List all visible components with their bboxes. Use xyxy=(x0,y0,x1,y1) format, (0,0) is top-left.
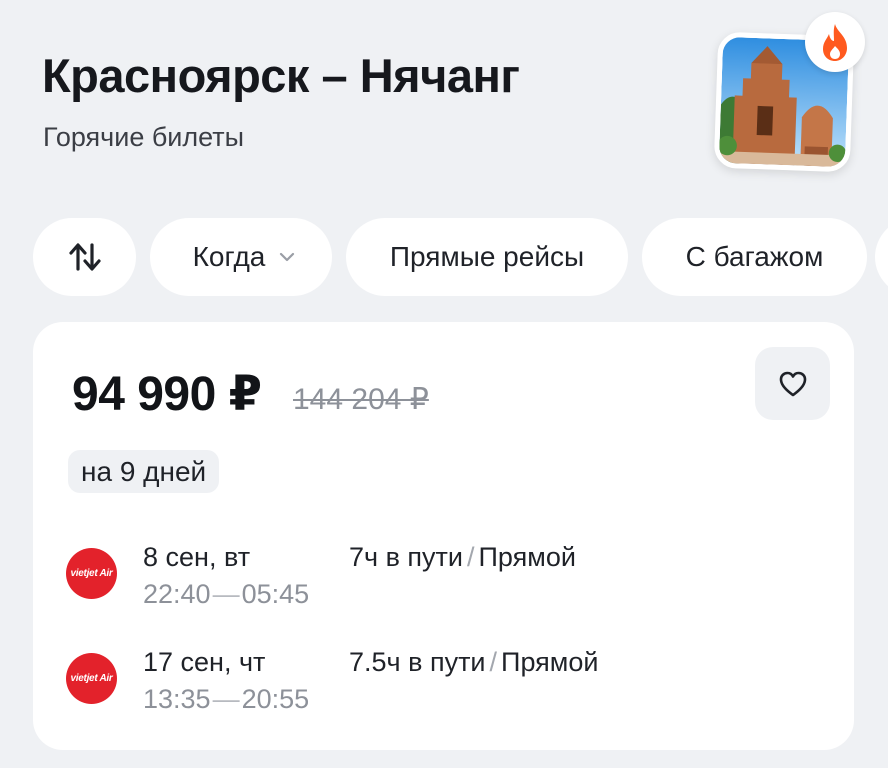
arrival-time: 20:55 xyxy=(241,684,310,714)
heart-icon xyxy=(779,371,806,396)
swap-vertical-icon xyxy=(68,243,101,271)
stops-label: Прямой xyxy=(501,647,599,677)
chevron-down-icon xyxy=(279,252,295,262)
flight-info: 7ч в пути / Прямой xyxy=(349,542,576,572)
offer-price: 94 990 ₽ xyxy=(72,368,262,421)
direct-flights-filter[interactable]: Прямые рейсы xyxy=(346,218,628,296)
flight-row-return: vietjet Air 17 сен, чт 13:35—20:55 7.5ч … xyxy=(66,647,826,717)
baggage-label: С багажом xyxy=(685,241,824,272)
flight-times: 22:40—05:45 xyxy=(143,579,310,609)
baggage-filter[interactable]: С багажом xyxy=(642,218,867,296)
arrival-time: 05:45 xyxy=(241,579,310,609)
flight-date: 17 сен, чт xyxy=(143,647,266,677)
page: Красноярск – Нячанг Горячие билеты Когда… xyxy=(0,0,888,768)
stops-label: Прямой xyxy=(478,542,576,572)
flight-info: 7.5ч в пути / Прямой xyxy=(349,647,599,677)
flight-row-outbound: vietjet Air 8 сен, вт 22:40—05:45 7ч в п… xyxy=(66,542,826,612)
sort-toggle-button[interactable] xyxy=(33,218,136,296)
flight-times: 13:35—20:55 xyxy=(143,684,310,714)
airline-logo: vietjet Air xyxy=(66,653,117,704)
direct-flights-label: Прямые рейсы xyxy=(389,241,585,272)
trip-duration-tag: на 9 дней xyxy=(68,450,220,493)
flight-date: 8 сен, вт xyxy=(143,542,251,572)
offer-old-price: 144 204 ₽ xyxy=(293,383,429,416)
route-subtitle: Горячие билеты xyxy=(43,122,245,152)
travel-time: 7ч в пути xyxy=(349,542,463,572)
more-filter-chip[interactable] xyxy=(875,218,888,296)
departure-time: 13:35 xyxy=(143,684,211,714)
route-title: Красноярск – Нячанг xyxy=(42,49,520,102)
departure-time: 22:40 xyxy=(143,579,211,609)
hot-badge xyxy=(805,12,865,72)
favorite-button[interactable] xyxy=(755,347,830,420)
filter-bar: Когда Прямые рейсы С багажом xyxy=(33,218,888,296)
travel-time: 7.5ч в пути xyxy=(349,647,486,677)
fire-icon xyxy=(823,24,847,61)
offer-card[interactable]: 94 990 ₽ 144 204 ₽ на 9 дней vietjet Air… xyxy=(33,322,854,750)
when-filter-label: Когда xyxy=(192,241,266,272)
airline-logo: vietjet Air xyxy=(66,548,117,599)
when-filter-dropdown[interactable]: Когда xyxy=(150,218,332,296)
